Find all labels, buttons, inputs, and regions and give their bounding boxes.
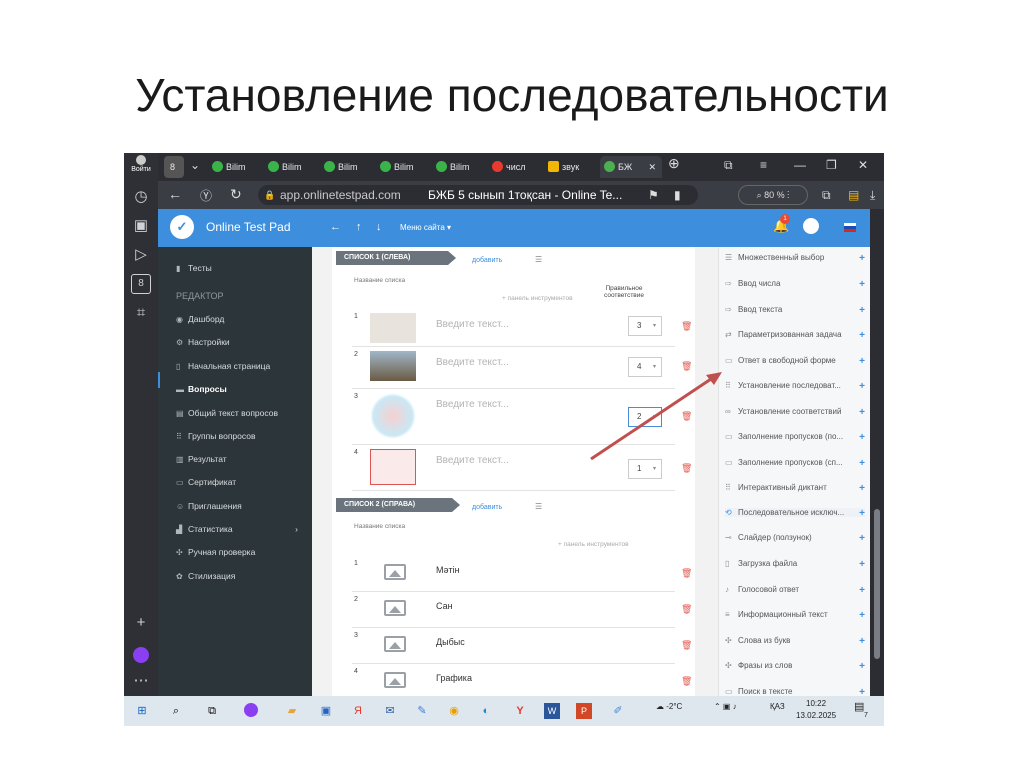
mail-icon[interactable]: ✉ xyxy=(382,703,398,719)
yandex-icon[interactable]: Y xyxy=(512,703,528,719)
annotation-arrow-line xyxy=(590,375,715,461)
notification-count: 7 xyxy=(864,712,868,719)
annotation-arrow-head xyxy=(706,372,722,385)
search-icon[interactable]: ⌕ xyxy=(168,703,184,719)
edge-icon[interactable]: ◐ xyxy=(478,703,494,719)
task-view-icon[interactable]: ⧉ xyxy=(204,703,220,719)
yandex-browser-icon[interactable]: Я xyxy=(350,703,366,719)
annotation-arrow xyxy=(590,372,722,461)
chrome-icon[interactable]: ◉ xyxy=(446,703,462,719)
language-indicator[interactable]: ҚАЗ xyxy=(770,702,785,711)
pencil-app-icon[interactable]: ✐ xyxy=(610,703,626,719)
notification-icon[interactable]: ▤ xyxy=(854,700,864,713)
taskbar: ⊞ ⌕ ⧉ ▰ ▣ Я ✉ ✎ ◉ ◐ Y W P ✐ ☁ -2°C ⌃ ▣ ♪… xyxy=(124,696,884,726)
file-explorer-icon[interactable]: ▰ xyxy=(284,703,300,719)
word-icon[interactable]: W xyxy=(544,703,560,719)
screenshot: Войти ◷ ▣ ▷ 8 ⌗ + ⋯ 8 ⌄ Bilim Bilim Bili… xyxy=(124,153,884,726)
tray-icons[interactable]: ⌃ ▣ ♪ xyxy=(714,702,737,711)
paint-icon[interactable]: ✎ xyxy=(414,703,430,719)
clock[interactable]: 10:22 13.02.2025 xyxy=(796,698,836,722)
alice-icon[interactable] xyxy=(244,703,258,717)
powerpoint-icon[interactable]: P xyxy=(576,703,592,719)
clock-date: 13.02.2025 xyxy=(796,711,837,720)
store-icon[interactable]: ▣ xyxy=(318,703,334,719)
weather-temp: -2°C xyxy=(666,702,683,711)
clock-time: 10:22 xyxy=(806,699,827,708)
weather-widget[interactable]: ☁ -2°C xyxy=(656,702,682,711)
weather-icon: ☁ xyxy=(656,702,667,711)
slide-title: Установление последовательности xyxy=(135,69,889,121)
windows-start-icon[interactable]: ⊞ xyxy=(134,703,150,719)
